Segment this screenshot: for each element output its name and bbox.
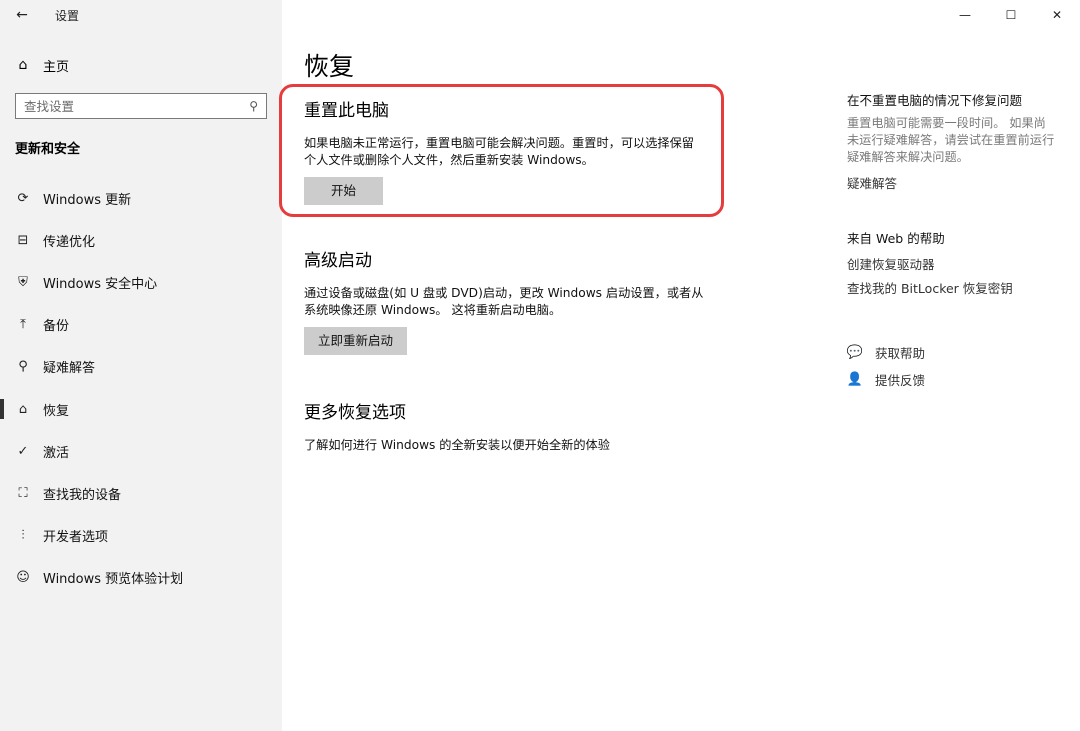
fix-without-reset-panel: 在不重置电脑的情况下修复问题 重置电脑可能需要一段时间。 如果尚 未运行疑难解答… [847,90,1067,196]
get-help-link[interactable]: 💬 获取帮助 [847,339,1067,366]
delivery-optimization-icon: ⊟ [17,232,29,248]
get-started-button[interactable]: 开始 [304,177,383,205]
sidebar-item-label: Windows 更新 [43,192,132,208]
sidebar-item-label: Windows 安全中心 [43,276,158,292]
sidebar-item-delivery-optimization[interactable]: ⊟ 传递优化 [0,219,282,261]
arrow-left-icon: ← [16,7,28,23]
panel-heading: 来自 Web 的帮助 [847,231,945,246]
help-item-label: 获取帮助 [875,346,926,361]
app-title: 设置 [55,8,80,23]
sidebar-item-backup[interactable]: ⤒ 备份 [0,304,282,346]
sidebar-item-insider-program[interactable]: ☺ Windows 预览体验计划 [0,557,282,599]
troubleshoot-link[interactable]: 疑难解答 [847,172,1067,196]
close-button[interactable]: ✕ [1034,0,1080,30]
advanced-startup-section: 高级启动 通过设备或磁盘(如 U 盘或 DVD)启动，更改 Windows 启动… [304,246,714,355]
sidebar-item-developer-options[interactable]: ⫶ 开发者选项 [0,515,282,557]
window-controls: — ☐ ✕ [942,0,1080,30]
sidebar-item-label: 激活 [43,445,70,461]
maximize-button[interactable]: ☐ [988,0,1034,30]
search-icon[interactable]: ⚲ [249,99,258,113]
section-description: 如果电脑未正常运行，重置电脑可能会解决问题。重置时，可以选择保留 个人文件或删除… [304,136,694,167]
sidebar-item-troubleshoot[interactable]: ⚲ 疑难解答 [0,346,282,388]
back-button[interactable]: ← [0,0,44,30]
developer-icon: ⫶ [21,528,25,544]
sidebar-nav: ⟳ Windows 更新 ⊟ 传递优化 ⛨ Windows 安全中心 ⤒ 备份 … [0,177,282,599]
maximize-icon: ☐ [1005,8,1017,22]
panel-description: 重置电脑可能需要一段时间。 如果尚 未运行疑难解答，请尝试在重置前运行 疑难解答… [847,116,1055,164]
backup-arrow-icon: ⤒ [20,317,26,333]
sidebar-item-label: 主页 [43,59,70,75]
shield-icon: ⛨ [18,274,28,290]
sidebar-item-label: 疑难解答 [43,361,96,377]
sidebar: ← 设置 ⌂ 主页 ⚲ 更新和安全 ⟳ Windows 更新 ⊟ 传递优化 ⛨ … [0,0,282,731]
help-item-label: 提供反馈 [875,373,926,388]
wrench-icon: ⚲ [18,359,28,375]
minimize-icon: — [959,8,971,22]
more-recovery-section: 更多恢复选项 了解如何进行 Windows 的全新安装以便开始全新的体验 [304,398,714,462]
section-description: 通过设备或磁盘(如 U 盘或 DVD)启动，更改 Windows 启动设置，或者… [304,286,704,317]
sidebar-item-label: 备份 [43,319,70,335]
refresh-icon: ⟳ [17,190,29,206]
sidebar-item-windows-security[interactable]: ⛨ Windows 安全中心 [0,261,282,303]
sidebar-item-recovery[interactable]: ⌂ 恢复 [0,388,282,430]
minimize-button[interactable]: — [942,0,988,30]
web-help-panel: 来自 Web 的帮助 创建恢复驱动器 查找我的 BitLocker 恢复密钥 [847,228,1067,301]
sidebar-item-activation[interactable]: ✓ 激活 [0,430,282,472]
page-title: 恢复 [304,52,355,81]
sidebar-item-label: 恢复 [43,403,70,419]
section-heading: 更新和安全 [15,142,81,157]
restart-now-button[interactable]: 立即重新启动 [304,327,408,355]
help-feedback-panel: 💬 获取帮助 👤 提供反馈 [847,339,1067,393]
create-recovery-drive-link[interactable]: 创建恢复驱动器 [847,253,1067,277]
give-feedback-link[interactable]: 👤 提供反馈 [847,366,1067,393]
insider-icon: ☺ [16,570,30,586]
section-title: 高级启动 [304,251,372,271]
sidebar-item-home[interactable]: ⌂ 主页 [0,50,282,80]
person-location-icon: ⛶ [18,485,28,501]
close-icon: ✕ [1051,8,1063,22]
feedback-person-icon: 👤 [846,372,864,387]
sidebar-item-label: Windows 预览体验计划 [43,572,184,588]
sidebar-item-label: 开发者选项 [43,530,109,546]
search-box[interactable]: ⚲ [15,93,267,119]
home-icon: ⌂ [18,57,28,73]
panel-heading: 在不重置电脑的情况下修复问题 [847,93,1023,108]
check-circle-icon: ✓ [17,443,29,459]
sidebar-item-find-my-device[interactable]: ⛶ 查找我的设备 [0,472,282,514]
title-bar: ← 设置 [0,0,282,30]
clean-install-link[interactable]: 了解如何进行 Windows 的全新安装以便开始全新的体验 [304,437,714,454]
reset-pc-section: 重置此电脑 如果电脑未正常运行，重置电脑可能会解决问题。重置时，可以选择保留 个… [304,96,714,205]
chat-help-icon: 💬 [846,345,864,360]
sidebar-item-label: 查找我的设备 [43,487,122,503]
sidebar-item-label: 传递优化 [43,234,96,250]
bitlocker-recovery-key-link[interactable]: 查找我的 BitLocker 恢复密钥 [847,277,1067,301]
search-input[interactable] [24,98,250,114]
section-title: 重置此电脑 [304,101,389,121]
recovery-icon: ⌂ [18,401,28,417]
sidebar-item-windows-update[interactable]: ⟳ Windows 更新 [0,177,282,219]
section-title: 更多恢复选项 [304,403,406,423]
